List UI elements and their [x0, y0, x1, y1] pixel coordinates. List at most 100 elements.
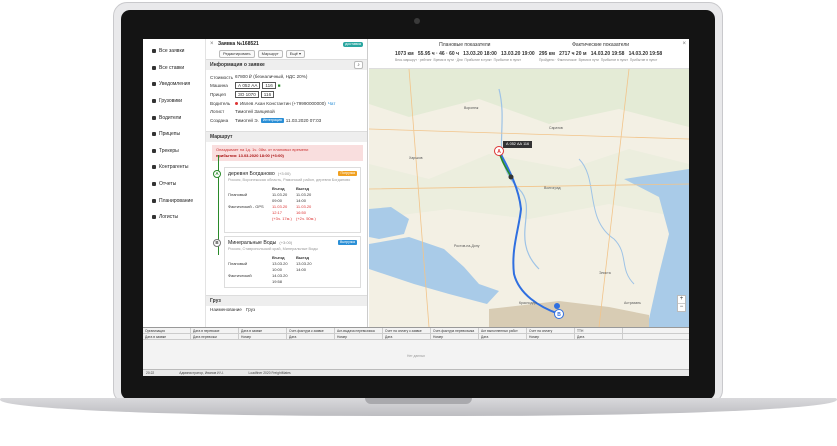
grid-subcolumn-header[interactable]: Дата — [383, 334, 431, 339]
close-icon[interactable]: × — [210, 41, 218, 47]
metric-value: 13.03.20 19:00 — [500, 51, 535, 57]
route-button[interactable]: Маршрут — [257, 50, 283, 58]
metric-value: 2717 ч 20 м — [559, 51, 587, 57]
contractors-icon — [152, 165, 156, 170]
svg-text:Воронеж: Воронеж — [464, 106, 479, 110]
grid-column-header[interactable]: Счет-фактура перевозчика — [431, 328, 479, 333]
sidebar-item-trailers[interactable]: Прицепы — [143, 126, 205, 143]
grid-column-header[interactable]: Счет на оплату к заявке — [383, 328, 431, 333]
grid-subcolumn-header[interactable]: Номер — [527, 334, 575, 339]
table-spacer — [228, 216, 272, 222]
sidebar-item-label: Трекеры — [159, 147, 179, 154]
truck-icon: ■ — [277, 83, 281, 89]
stop-type-badge: Выгрузка — [338, 240, 357, 246]
sidebar-item-all-bids[interactable]: Все ставки — [143, 60, 205, 77]
laptop-mockup: Все заявки Все ставки Уведомления Грузов… — [0, 0, 837, 446]
metric-label: Пройдено · Фактическое — [539, 58, 577, 62]
planned-title: Плановые показатели — [439, 42, 491, 48]
metric-value: 1073 км — [395, 51, 414, 57]
grid-subcolumn-header[interactable]: Дата — [287, 334, 335, 339]
sidebar-item-trucks[interactable]: Грузовики — [143, 93, 205, 110]
sidebar-item-label: Уведомления — [159, 81, 191, 88]
planned-out: 13.03.20 14:00 — [296, 260, 312, 272]
planned-in: 13.03.20 10:00 — [272, 260, 288, 272]
panel-toolbar: Редактировать Маршрут Ещё ▾ — [206, 49, 367, 59]
created-row: Создана Тимотей Э. Интеграция 11.03.2020 07… — [206, 116, 367, 125]
sidebar-item-contractors[interactable]: Контрагенты — [143, 159, 205, 176]
zoom-out-button[interactable]: − — [678, 303, 685, 311]
status-bar: 20:22 Администратор, Иванов И.Ч. Loadfin… — [143, 369, 689, 376]
grid-subcolumn-header[interactable]: Номер — [335, 334, 383, 339]
created-at: 11.03.2020 07:03 — [285, 117, 322, 123]
grid-column-header[interactable]: Счет-фактура к заявке — [287, 328, 335, 333]
sidebar-item-label: Все ставки — [159, 64, 185, 71]
sidebar-item-planning[interactable]: Планирование — [143, 192, 205, 209]
sidebar: Все заявки Все ставки Уведомления Грузов… — [143, 39, 206, 363]
svg-text:A: A — [497, 149, 501, 155]
bell-icon[interactable]: ♪ — [354, 61, 363, 69]
sidebar-item-logists[interactable]: Логисты — [143, 209, 205, 226]
sidebar-item-trackers[interactable]: Трекеры — [143, 143, 205, 160]
status-time: 20:22 — [146, 371, 155, 375]
status-badge: доставка — [343, 41, 363, 47]
zoom-in-button[interactable]: + — [678, 296, 685, 303]
fact-values: 295 км 2717 ч 20 м 14.03.20 19:58 14.03.… — [539, 51, 662, 57]
planned-labels: Весь маршрут · рейтинг Время в пути · Дн… — [395, 58, 535, 62]
sidebar-item-label: Грузовики — [159, 98, 183, 105]
grid-subcolumn-header[interactable]: Дата перевозки — [191, 334, 239, 339]
edit-button[interactable]: Редактировать — [219, 50, 255, 58]
grid-subcolumn-header[interactable]: Дата — [479, 334, 527, 339]
svg-text:Ростов-на-Дону: Ростов-на-Дону — [454, 244, 480, 248]
bell-icon — [152, 82, 156, 87]
grid-subcolumn-header[interactable]: Номер — [431, 334, 479, 339]
cargo-label: Наименование — [210, 307, 242, 313]
trailer-plate[interactable]: ЗО 1070 — [235, 90, 259, 98]
grid-column-header[interactable]: Дата в перевозке — [191, 328, 239, 333]
grid-column-header[interactable]: Акт выполненных работ — [479, 328, 527, 333]
chat-link[interactable]: Чат — [328, 101, 336, 106]
sidebar-item-all-orders[interactable]: Все заявки — [143, 43, 205, 60]
sidebar-item-label: Логисты — [159, 214, 179, 221]
zoom-control: + − — [677, 295, 686, 312]
status-copyright: Loadfiner 2020 FreightMates — [248, 371, 291, 375]
close-icon[interactable]: × — [682, 41, 686, 47]
fact-labels: Пройдено · Фактическое Время в пути Приб… — [539, 58, 662, 62]
sidebar-item-reports[interactable]: Отчеты — [143, 176, 205, 193]
grid-empty-message: Нет данных — [407, 354, 425, 358]
route-stop-b[interactable]: B Минеральные Воды (+3:00) Выгрузка Россия… — [213, 235, 361, 288]
grid-column-header[interactable]: Акт-выдача перевозчика — [335, 328, 383, 333]
grid-subcolumn-header[interactable]: Дата в заявке — [143, 334, 191, 339]
driver-value[interactable]: Ивлев Ахан Константин (+79990000000) — [240, 101, 326, 106]
more-button[interactable]: Ещё ▾ — [285, 50, 305, 58]
created-label: Создана — [210, 117, 229, 123]
metric-value: 55.95 ч · 46 · 60 ч — [417, 51, 459, 57]
reports-icon — [152, 182, 156, 187]
camera-icon — [414, 18, 420, 24]
svg-text:Краснодар: Краснодар — [519, 301, 536, 305]
grid-column-header[interactable]: Дата в заявке — [239, 328, 287, 333]
route-stop-a[interactable]: A деревня Богданово (+3:00) Погрузка Росси… — [213, 166, 361, 233]
truck-plate[interactable]: А 052 АА — [235, 82, 261, 90]
logists-icon — [152, 215, 156, 220]
svg-text:Харьков: Харьков — [409, 156, 423, 160]
grid-subcolumn-header[interactable]: Дата — [575, 334, 623, 339]
stop-timezone: (+3:00) — [279, 240, 293, 246]
sidebar-item-drivers[interactable]: Водители — [143, 109, 205, 126]
grid-subcolumn-header[interactable]: Номер — [239, 334, 287, 339]
sidebar-item-label: Прицепы — [159, 131, 181, 138]
metric-label: Прибытие в пункт — [600, 58, 629, 62]
sidebar-item-label: Отчеты — [159, 181, 177, 188]
grid-column-header[interactable]: Организация — [143, 328, 191, 333]
metric-value: 14.03.20 19:58 — [628, 51, 663, 57]
grid-column-header[interactable]: Счет на оплату — [527, 328, 575, 333]
metric-label: Время в пути · Дни — [433, 58, 463, 62]
route-map[interactable]: Воронеж Саратов Харьков Волгоград Ростов-н… — [369, 69, 689, 327]
route-section-header: Маршрут — [206, 130, 367, 142]
destination-pin-icon — [554, 303, 560, 309]
sidebar-item-notifications[interactable]: Уведомления — [143, 76, 205, 93]
row-label: Фактический — [228, 272, 252, 278]
trailer-row: Прицеп ЗО 1070 116 — [206, 90, 367, 99]
cargo-row: Наименование Груз — [206, 306, 367, 315]
grid-column-header[interactable]: ТТН — [575, 328, 623, 333]
tracker-icon — [152, 148, 156, 153]
